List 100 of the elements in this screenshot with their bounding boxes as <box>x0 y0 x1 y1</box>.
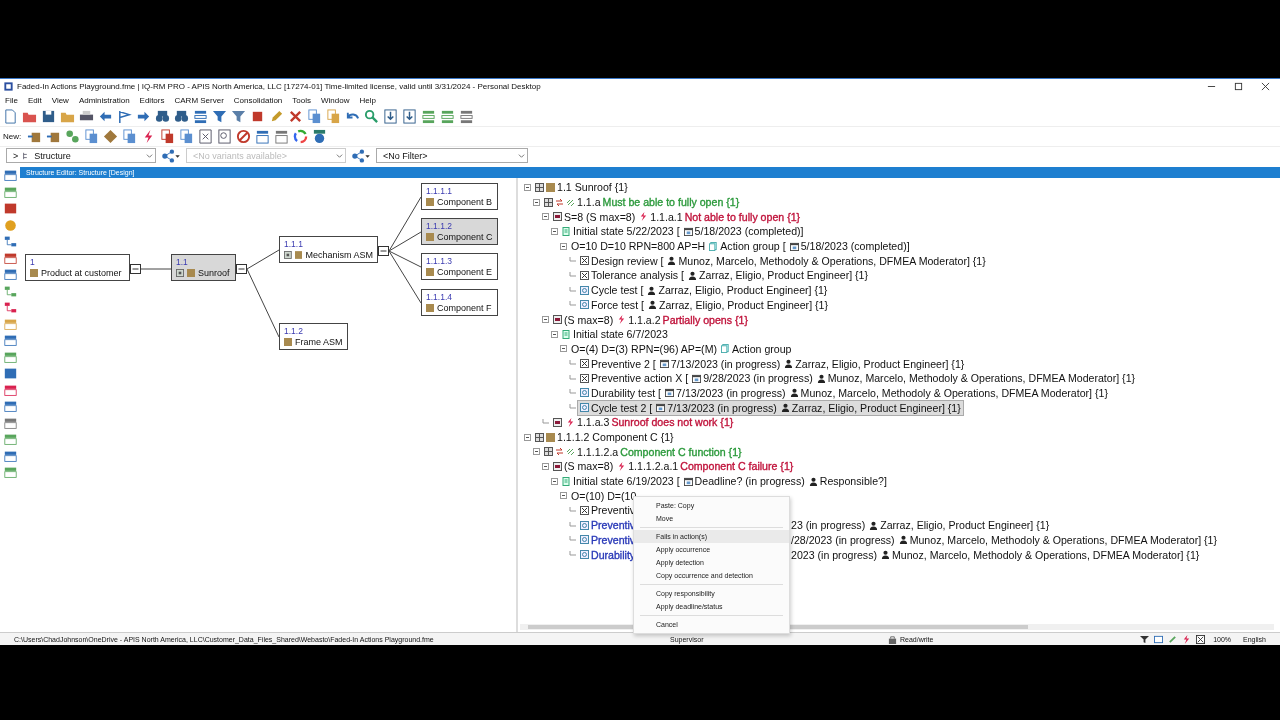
collapse-toggle[interactable] <box>551 330 558 338</box>
tree-icon[interactable] <box>3 235 17 248</box>
network-icon[interactable] <box>3 301 17 314</box>
tree-item[interactable]: 1.1 Sunroof {1} <box>533 180 630 195</box>
copy-icon[interactable] <box>179 129 195 144</box>
structure-node[interactable]: 1.1.1.2 Component C <box>421 218 498 245</box>
network-icon[interactable] <box>3 284 17 298</box>
menu-item[interactable]: Edit <box>27 95 42 105</box>
table-icon[interactable] <box>3 433 17 446</box>
table-icon[interactable] <box>3 449 17 463</box>
structure-node[interactable]: 1 Product at customer <box>25 254 130 281</box>
collapse-toggle[interactable] <box>551 227 558 235</box>
table-icon[interactable] <box>3 466 17 479</box>
flag-icon[interactable] <box>117 109 132 124</box>
collapse-toggle[interactable] <box>524 183 531 191</box>
download-icon[interactable] <box>402 109 417 124</box>
table-icon[interactable] <box>3 416 17 430</box>
gear-icon[interactable] <box>65 129 81 144</box>
tree-item[interactable]: Initial state 6/7/2023 <box>560 327 670 342</box>
tree-item[interactable]: Preventiv <box>578 518 638 533</box>
download-icon[interactable] <box>383 109 398 124</box>
collapse-toggle[interactable] <box>542 462 549 470</box>
tree-item[interactable]: Preventiv <box>578 503 638 518</box>
x-box-icon[interactable] <box>1196 634 1206 644</box>
hierarchy-icon[interactable] <box>350 148 372 163</box>
table-icon[interactable] <box>3 202 17 215</box>
info-icon[interactable] <box>312 129 328 144</box>
table-icon[interactable] <box>3 400 17 413</box>
close-doc-icon[interactable] <box>198 129 214 144</box>
menu-item[interactable]: CARM Server <box>174 95 224 105</box>
save-icon[interactable] <box>41 109 56 124</box>
structure-node[interactable]: 1.1.1.1 Component B <box>421 183 498 210</box>
tree-item[interactable]: 1.1.1.2 Component C {1} <box>533 430 676 445</box>
structure-node[interactable]: 1.1.1.3 Component E <box>421 253 498 280</box>
list-icon[interactable] <box>459 109 474 124</box>
menu-item[interactable]: File <box>5 95 18 105</box>
menu-item[interactable]: View <box>51 95 69 105</box>
tree-item[interactable]: 1.1.a Must be able to fully open {1} <box>542 195 742 210</box>
collapse-toggle[interactable] <box>560 492 567 500</box>
forbidden-icon[interactable] <box>236 129 252 144</box>
copy-icon[interactable] <box>307 109 322 124</box>
tree-item[interactable]: Tolerance analysis [ Zarraz, Eligio, Product Engineer] {1} <box>578 268 871 283</box>
table-icon[interactable] <box>3 350 17 364</box>
tree-item[interactable]: Durability <box>578 547 638 562</box>
menu-item[interactable]: Help <box>359 95 376 105</box>
tree-item[interactable]: 1.1.a.3 Sunroof does not work {1} <box>551 415 736 430</box>
tree-item[interactable]: Initial state 6/19/2023 [ Deadline? (in progress) Responsible?] <box>560 474 889 489</box>
tree-icon[interactable] <box>3 268 17 281</box>
structure-node[interactable]: 1.1.1.4 Component F <box>421 289 498 316</box>
tree-item[interactable]: (S max=8) 1.1.1.2.a.1 Component C failure {1} <box>551 459 796 474</box>
tree-item[interactable]: Preventive action X [ 9/28/2023 (in progress) Munoz, Marcelo, Methodoly & Operations, DFMEA Moderator] {1} <box>578 371 1138 386</box>
tree-item[interactable]: S=8 (S max=8) 1.1.a.1 Not able to fully open {1} <box>551 209 803 224</box>
tree-item[interactable]: Force test [ Zarraz, Eligio, Product Engineer] {1} <box>578 297 830 312</box>
collapse-toggle[interactable] <box>524 433 531 441</box>
binoculars-icon[interactable] <box>174 109 189 124</box>
list-icon[interactable] <box>421 109 436 124</box>
filter-icon[interactable] <box>1140 634 1150 644</box>
table-icon[interactable] <box>3 367 17 380</box>
tree-item[interactable]: 1.1.1.2.a Component C function {1} <box>542 444 744 459</box>
arrow-right-icon[interactable] <box>136 109 151 124</box>
collapse-toggle[interactable] <box>551 477 558 485</box>
menu-item[interactable]: Editors <box>139 95 165 105</box>
dropdown[interactable]: <No Filter> <box>376 148 528 163</box>
maximize-button[interactable] <box>1234 81 1243 91</box>
hierarchy-icon[interactable] <box>160 148 182 163</box>
collapse-toggle[interactable] <box>533 198 540 206</box>
collapse-toggle[interactable] <box>560 345 567 353</box>
arrow-left-icon[interactable] <box>98 109 113 124</box>
document-icon[interactable] <box>122 129 138 144</box>
color-wheel-icon[interactable] <box>293 129 309 144</box>
clipboard-icon[interactable] <box>160 129 176 144</box>
tree-item[interactable]: O=10 D=10 RPN=800 AP=H Action group [ 5/18/2023 (completed)] <box>569 239 912 254</box>
tree-item[interactable]: Preventive 2 [ 7/13/2023 (in progress) Zarraz, Eligio, Product Engineer] {1} <box>578 356 967 371</box>
delete-icon[interactable] <box>288 109 303 124</box>
structure-node[interactable]: 1.1 Sunroof <box>171 254 236 281</box>
collapse-toggle[interactable] <box>533 448 540 456</box>
filter-icon[interactable] <box>212 109 227 124</box>
binoculars-icon[interactable] <box>155 109 170 124</box>
tree-item[interactable]: (S max=8) 1.1.a.2 Partially opens {1} <box>551 312 750 327</box>
dropdown[interactable]: > Structure <box>6 148 156 163</box>
pencil-icon[interactable] <box>269 109 284 124</box>
table-icon[interactable] <box>1154 634 1164 644</box>
collapse-toggle[interactable] <box>378 246 389 256</box>
close-button[interactable] <box>1261 81 1270 91</box>
tree-item[interactable]: Durability test [ 7/13/2023 (in progress) Munoz, Marcelo, Methodoly & Operations, DFMEA Moderator] {1} <box>578 385 1110 400</box>
search-doc-icon[interactable] <box>217 129 233 144</box>
menu-item[interactable]: Administration <box>78 95 130 105</box>
collapse-toggle[interactable] <box>542 316 549 324</box>
tree-item[interactable]: Cycle test [ Zarraz, Eligio, Product Engineer] {1} <box>578 283 830 298</box>
structure-node[interactable]: 1.1.2 Frame ASM <box>279 323 348 350</box>
tree-icon[interactable] <box>3 251 17 265</box>
table-icon[interactable] <box>3 334 17 347</box>
collapse-toggle[interactable] <box>542 213 549 221</box>
table-icon[interactable] <box>3 185 17 199</box>
tree-item[interactable]: Design review [ Munoz, Marcelo, Methodoly & Operations, DFMEA Moderator] {1} <box>578 253 988 268</box>
menu-item[interactable]: Tools <box>292 95 311 105</box>
link-icon[interactable] <box>1168 634 1178 644</box>
table-icon[interactable] <box>3 383 17 397</box>
filter-list-icon[interactable] <box>231 109 246 124</box>
menu-item[interactable]: Consolidation <box>233 95 283 105</box>
